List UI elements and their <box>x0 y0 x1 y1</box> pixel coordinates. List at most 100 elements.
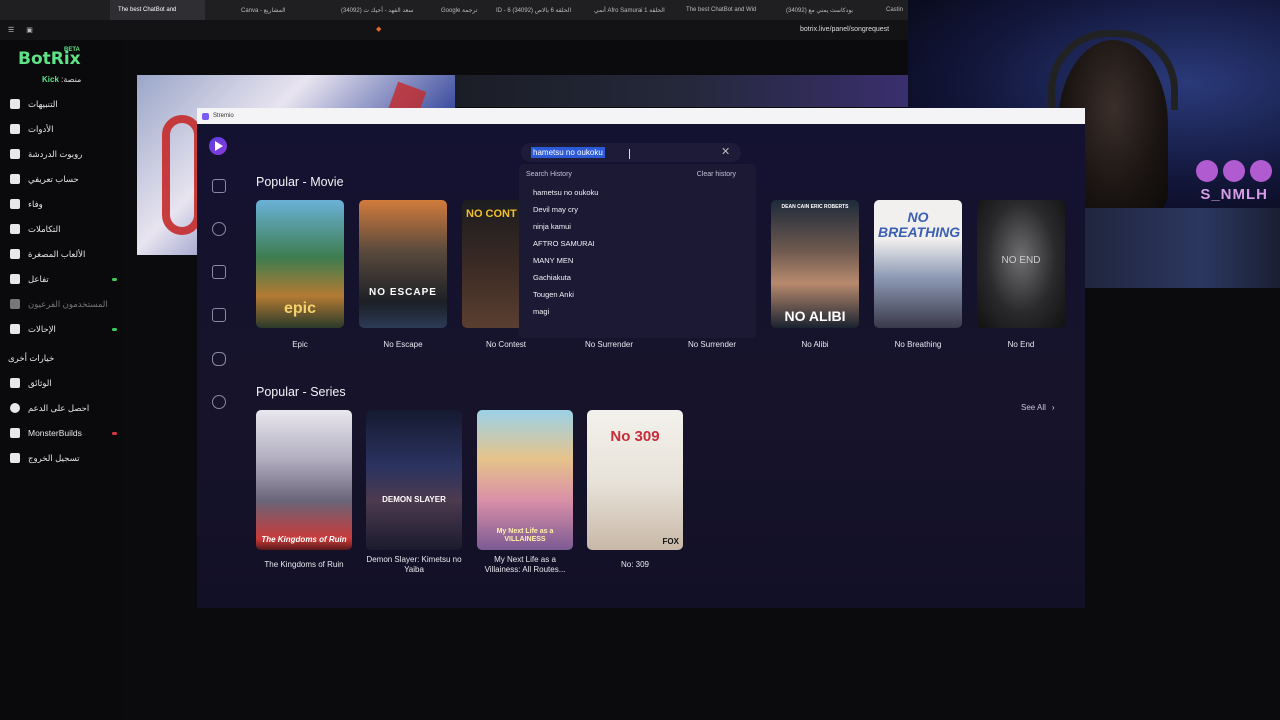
movie-title[interactable]: Epic <box>256 340 344 350</box>
tiktok-icon <box>1250 160 1272 182</box>
new-indicator <box>112 431 117 435</box>
background-strip <box>455 75 910 107</box>
sidebar-item-label: الوثائق <box>28 377 52 388</box>
beta-badge: BETA <box>64 47 80 53</box>
calendar-icon[interactable] <box>212 308 226 322</box>
logout-icon <box>10 453 20 463</box>
sidebar-item-support[interactable]: احصل على الدعم <box>0 398 125 418</box>
platform-value[interactable]: Kick <box>42 75 59 84</box>
bot-icon <box>10 149 20 159</box>
movie-title[interactable]: No End <box>977 340 1065 350</box>
trophy-icon <box>10 199 20 209</box>
poster-logo-text: NO ESCAPE <box>369 287 437 298</box>
sidebar-item-monsterbuilds[interactable]: MonsterBuilds <box>0 423 125 443</box>
history-item[interactable]: AFTRO SAMURAI <box>533 239 595 248</box>
movie-title[interactable]: No Surrender <box>565 340 653 350</box>
browser-tab[interactable]: أنمي Afro Samurai الحلقة 1 <box>586 0 678 20</box>
music-icon <box>10 274 20 284</box>
browser-tab[interactable]: Canva - المشاريع <box>233 0 333 20</box>
stremio-logo[interactable] <box>209 137 227 155</box>
history-item[interactable]: Tougen Anki <box>533 290 574 299</box>
sidebar-item-integrations[interactable]: التكاملات <box>0 219 125 239</box>
browser-tab[interactable]: بودكاست يمني مع (34092) <box>778 0 878 20</box>
series-title[interactable]: Demon Slayer: Kimetsu no Yaiba <box>366 555 462 574</box>
extensions-icon[interactable]: ▣ <box>26 26 33 34</box>
poster-no-contest[interactable]: NO CONT <box>462 200 522 328</box>
library-icon[interactable] <box>212 265 226 279</box>
movie-title[interactable]: No Escape <box>359 340 447 350</box>
poster-no-end[interactable]: NO END <box>977 200 1065 328</box>
browser-tab[interactable]: The best ChatBot and <box>110 0 205 20</box>
poster-logo-text: epic <box>283 300 316 317</box>
settings-icon[interactable] <box>212 395 226 409</box>
movie-title[interactable]: No Surrender <box>668 340 756 350</box>
sidebar-item-tools[interactable]: الأدوات <box>0 119 125 139</box>
browser-tab[interactable]: ID - 6 الحلقة 6 بالاص (34092) <box>488 0 586 20</box>
window-title: Stremio <box>213 113 234 119</box>
tab-title: سعد الفهد - أحيك ت (34092) <box>341 7 414 14</box>
poster-demon-slayer[interactable]: DEMON SLAYER <box>366 410 462 550</box>
history-item[interactable]: MANY MEN <box>533 256 573 265</box>
history-item[interactable]: Devil may cry <box>533 205 578 214</box>
sidebar-item-label: الإحالات <box>28 323 56 334</box>
other-options-heading: خيارات أخرى <box>8 353 55 363</box>
poster-epic[interactable]: epic <box>256 200 344 328</box>
url-field[interactable]: botrix.live/panel/songrequest <box>800 26 889 33</box>
search-input[interactable]: hametsu no oukoku ✕ <box>521 143 741 162</box>
series-title[interactable]: My Next Life as a Villainess: All Routes… <box>477 555 573 574</box>
series-title[interactable]: The Kingdoms of Ruin <box>256 560 352 570</box>
poster-my-next-life[interactable]: My Next Life as a VILLAINESS <box>477 410 573 550</box>
close-icon[interactable]: ✕ <box>721 145 730 158</box>
see-all-link[interactable]: See All › <box>1021 403 1055 412</box>
sidebar-item-alerts[interactable]: التنبيهات <box>0 94 125 114</box>
sidebar-item-label: المستخدمون الفرعيون <box>28 298 108 309</box>
poster-logo-text: My Next Life as a VILLAINESS <box>496 528 554 543</box>
search-history-heading: Search History <box>526 171 572 178</box>
search-input-value[interactable]: hametsu no oukoku <box>531 147 605 158</box>
sidebar-item-interaction[interactable]: تفاعل <box>0 269 125 289</box>
series-title[interactable]: No: 309 <box>587 560 683 570</box>
home-icon[interactable] <box>212 179 226 193</box>
sidebar-item-profile[interactable]: حساب تعريفي <box>0 169 125 189</box>
poster-logo-text: NO CONT <box>466 208 517 220</box>
tab-title: Canva - المشاريع <box>241 7 286 14</box>
menu-icon[interactable]: ☰ <box>8 26 14 34</box>
poster-kingdoms-of-ruin[interactable]: The Kingdoms of Ruin <box>256 410 352 550</box>
movie-title[interactable]: No Contest <box>462 340 550 350</box>
sidebar-item-label: الألعاب المصغرة <box>28 248 86 259</box>
sidebar-item-label: الأدوات <box>28 123 54 134</box>
minigames-icon <box>10 249 20 259</box>
poster-no-breathing[interactable]: NO BREATHING <box>874 200 962 328</box>
history-item[interactable]: hametsu no oukoku <box>533 188 598 197</box>
movie-title[interactable]: No Breathing <box>874 340 962 350</box>
clear-history-button[interactable]: Clear history <box>697 171 736 178</box>
poster-logo-text: NO BREATHING <box>878 209 961 240</box>
sidebar-item-minigames[interactable]: الألعاب المصغرة <box>0 244 125 264</box>
history-item[interactable]: Gachiakuta <box>533 273 571 282</box>
sidebar-item-loyalty[interactable]: وفاء <box>0 194 125 214</box>
docs-icon <box>10 378 20 388</box>
sidebar-item-subusers[interactable]: المستخدمون الفرعيون <box>0 294 125 314</box>
addons-icon[interactable] <box>212 352 226 366</box>
poster-no-309[interactable]: No 309 FOX <box>587 410 683 550</box>
shield-icon[interactable]: ◆ <box>376 25 381 33</box>
social-icons <box>1196 160 1272 182</box>
browser-tab[interactable]: Google ترجمة <box>433 0 488 20</box>
referrals-icon <box>10 324 20 334</box>
discover-icon[interactable] <box>212 222 226 236</box>
history-item[interactable]: ninja kamui <box>533 222 571 231</box>
new-indicator <box>112 327 117 331</box>
tab-title: The best ChatBot and Wid <box>686 7 757 13</box>
browser-tab[interactable]: سعد الفهد - أحيك ت (34092) <box>333 0 433 20</box>
poster-no-escape[interactable]: NO ESCAPE <box>359 200 447 328</box>
movie-title[interactable]: No Alibi <box>771 340 859 350</box>
poster-no-alibi[interactable]: DEAN CAIN ERIC ROBERTS NO ALIBI <box>771 200 859 328</box>
sidebar-item-docs[interactable]: الوثائق <box>0 373 125 393</box>
botrix-sidebar: BotRix BETA منصة: Kick التنبيهات الأدوات… <box>0 40 125 720</box>
browser-tab[interactable]: The best ChatBot and Wid <box>678 0 778 20</box>
sidebar-item-logout[interactable]: تسجيل الخروج <box>0 448 125 468</box>
sidebar-item-referrals[interactable]: الإحالات <box>0 319 125 339</box>
chevron-right-icon: › <box>1051 403 1055 412</box>
history-item[interactable]: magi <box>533 307 549 316</box>
sidebar-item-chatbot[interactable]: روبوت الدردشة <box>0 144 125 164</box>
